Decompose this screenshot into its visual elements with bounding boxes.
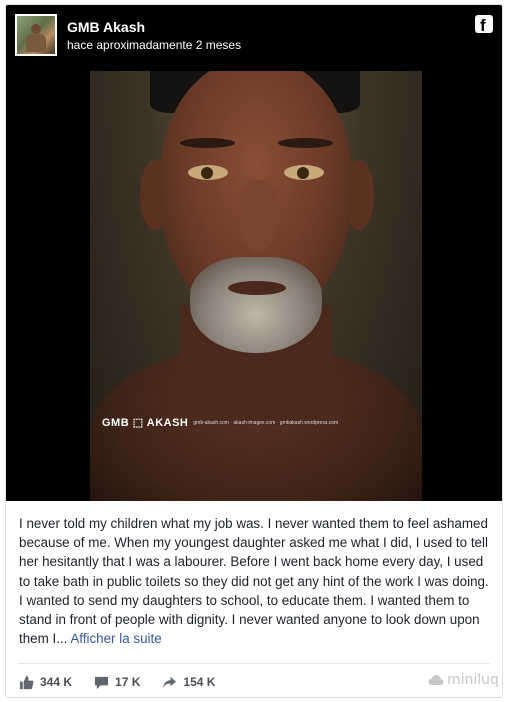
avatar[interactable]	[15, 14, 57, 56]
post-header: GMB Akash hace aproximadamente 2 meses f	[6, 5, 502, 71]
shares-count: 154 K	[183, 675, 216, 689]
post-photo[interactable]: GMB ⬚ AKASH gmb-akash.com · akash-images.…	[6, 71, 502, 501]
engagement-stats: 344 K 17 K 154 K	[19, 669, 237, 695]
cloud-icon	[428, 675, 444, 685]
comments-count: 17 K	[115, 675, 141, 689]
see-more-link[interactable]: Afficher la suite	[70, 631, 161, 646]
likes-count: 344 K	[40, 675, 73, 689]
thumbs-up-icon	[19, 675, 34, 689]
divider	[18, 663, 490, 664]
comment-icon	[94, 676, 109, 689]
post-timestamp[interactable]: hace aproximadamente 2 meses	[67, 38, 241, 52]
site-watermark: miniluq	[428, 672, 499, 688]
caption-text: I never told my children what my job was…	[19, 516, 489, 647]
portrait-image: GMB ⬚ AKASH gmb-akash.com · akash-images.…	[90, 71, 422, 501]
shares-stat[interactable]: 154 K	[162, 675, 215, 690]
photo-watermark: GMB ⬚ AKASH gmb-akash.com · akash-images.…	[102, 417, 339, 429]
likes-stat[interactable]: 344 K	[19, 675, 72, 690]
comments-stat[interactable]: 17 K	[94, 675, 140, 690]
facebook-icon[interactable]: f	[475, 15, 493, 35]
author-name[interactable]: GMB Akash	[67, 19, 145, 35]
post-card: GMB Akash hace aproximadamente 2 meses f…	[5, 4, 503, 698]
post-caption: I never told my children what my job was…	[19, 514, 491, 648]
share-icon	[163, 676, 177, 688]
